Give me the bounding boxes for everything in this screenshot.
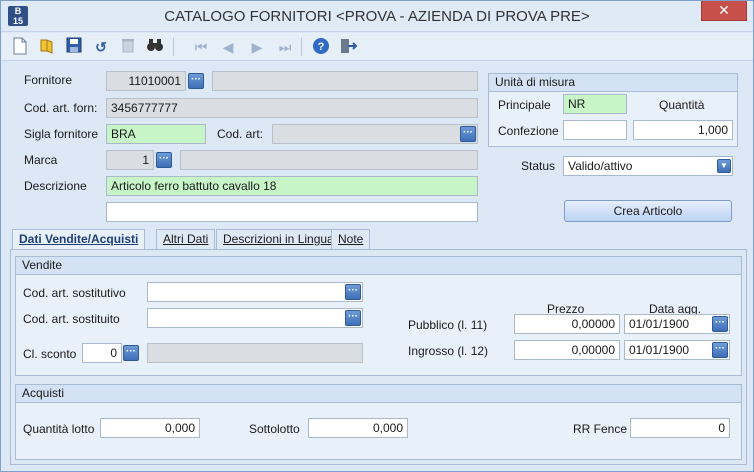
confezione-field[interactable] [563,120,627,140]
sostituito-field[interactable] [147,308,363,328]
save-icon[interactable] [64,37,84,57]
delete-icon[interactable] [118,37,138,57]
last-record-icon[interactable]: ⏭ [275,37,295,57]
principale-label: Principale [498,98,551,112]
marca-lookup-button[interactable]: ··· [156,152,172,168]
crea-articolo-button[interactable]: Crea Articolo [564,200,732,222]
sottolotto-field[interactable]: 0,000 [308,418,408,438]
next-record-icon[interactable]: ▶ [247,37,267,57]
sigla-fornitore-field[interactable]: BRA [106,124,206,144]
chevron-down-icon[interactable]: ▼ [717,159,731,173]
quantita-lotto-field[interactable]: 0,000 [100,418,200,438]
units-group-title: Unità di misura [489,74,737,92]
previous-record-icon[interactable]: ◀ [218,37,238,57]
status-label: Status [521,159,556,173]
undo-icon[interactable]: ↺ [91,37,111,57]
marca-code-field[interactable]: 1 [106,150,154,170]
sostitutivo-field[interactable] [147,282,363,302]
sostituito-lookup-button[interactable]: ··· [345,310,361,326]
tab-note[interactable]: Note [331,229,371,249]
ingrosso-calendar-button[interactable]: ··· [712,342,728,358]
title-bar: B 15 CATALOGO FORNITORI <PROVA - AZIENDA… [1,1,753,32]
quantita-field[interactable]: 1,000 [633,120,733,140]
svg-text:?: ? [318,41,325,53]
rr-fence-label: RR Fence [573,422,628,436]
descrizione-extra-field[interactable] [106,202,478,222]
quantita-header-label: Quantità [659,98,705,112]
binoculars-icon[interactable] [145,37,165,57]
confezione-label: Confezione [498,124,559,138]
new-document-icon[interactable] [10,37,30,57]
sostitutivo-lookup-button[interactable]: ··· [345,284,361,300]
pubblico-calendar-button[interactable]: ··· [712,316,728,332]
marca-desc-field [180,150,478,170]
exit-icon[interactable] [338,37,358,57]
cod-art-lookup-button[interactable]: ··· [460,126,476,142]
window-title: CATALOGO FORNITORI <PROVA - AZIENDA DI P… [164,8,590,25]
fornitore-name-field [212,71,478,91]
marca-label: Marca [24,153,58,167]
sigla-fornitore-label: Sigla fornitore [24,127,99,141]
pubblico-prezzo-field[interactable]: 0,00000 [514,314,620,334]
pubblico-label: Pubblico (l. 11) [408,318,488,332]
tab-descrizioni-in-lingua[interactable]: Descrizioni in Lingua [216,229,341,249]
status-select-value: Valido/attivo [568,159,633,173]
cl-sconto-desc-field [147,343,363,363]
toolbar-separator [173,38,174,56]
fornitore-lookup-button[interactable]: ··· [188,73,204,89]
vendite-group-title: Vendite [16,257,741,275]
cod-art-label: Cod. art: [217,127,264,141]
cod-art-forn-field[interactable]: 3456777777 [106,98,478,118]
cod-art-forn-label: Cod. art. forn: [24,101,98,115]
sostitutivo-label: Cod. art. sostitutivo [23,286,126,300]
descrizione-label: Descrizione [24,179,87,193]
status-select[interactable]: Valido/attivo [563,156,733,176]
cl-sconto-lookup-button[interactable]: ··· [123,345,139,361]
tab-dati-vendite-acquisti[interactable]: Dati Vendite/Acquisti [12,229,146,250]
principale-field[interactable]: NR [563,94,627,114]
toolbar-separator [301,38,302,56]
toolbar: ↺ ⏮ ◀ ▶ ⏭ ? [1,33,753,61]
ingrosso-prezzo-field[interactable]: 0,00000 [514,340,620,360]
sottolotto-label: Sottolotto [249,422,300,436]
fornitore-code-field[interactable]: 11010001 [106,71,186,91]
cl-sconto-label: Cl. sconto [23,347,77,361]
ingrosso-label: Ingrosso (l. 12) [408,344,489,358]
help-icon[interactable]: ? [311,37,331,57]
tab-altri-dati[interactable]: Altri Dati [156,229,216,249]
acquisti-group-title: Acquisti [16,385,741,403]
catalog-window: B 15 CATALOGO FORNITORI <PROVA - AZIENDA… [0,0,754,472]
descrizione-field[interactable]: Articolo ferro battuto cavallo 18 [106,176,478,196]
cod-art-field[interactable] [272,124,478,144]
cl-sconto-field[interactable]: 0 [82,343,122,363]
first-record-icon[interactable]: ⏮ [191,37,211,57]
rr-fence-field[interactable]: 0 [630,418,730,438]
open-folder-icon[interactable] [37,37,57,57]
fornitore-label: Fornitore [24,73,73,87]
sostituito-label: Cod. art. sostituito [23,312,120,326]
close-button[interactable]: ✕ [701,1,747,21]
quantita-lotto-label: Quantità lotto [23,422,95,436]
